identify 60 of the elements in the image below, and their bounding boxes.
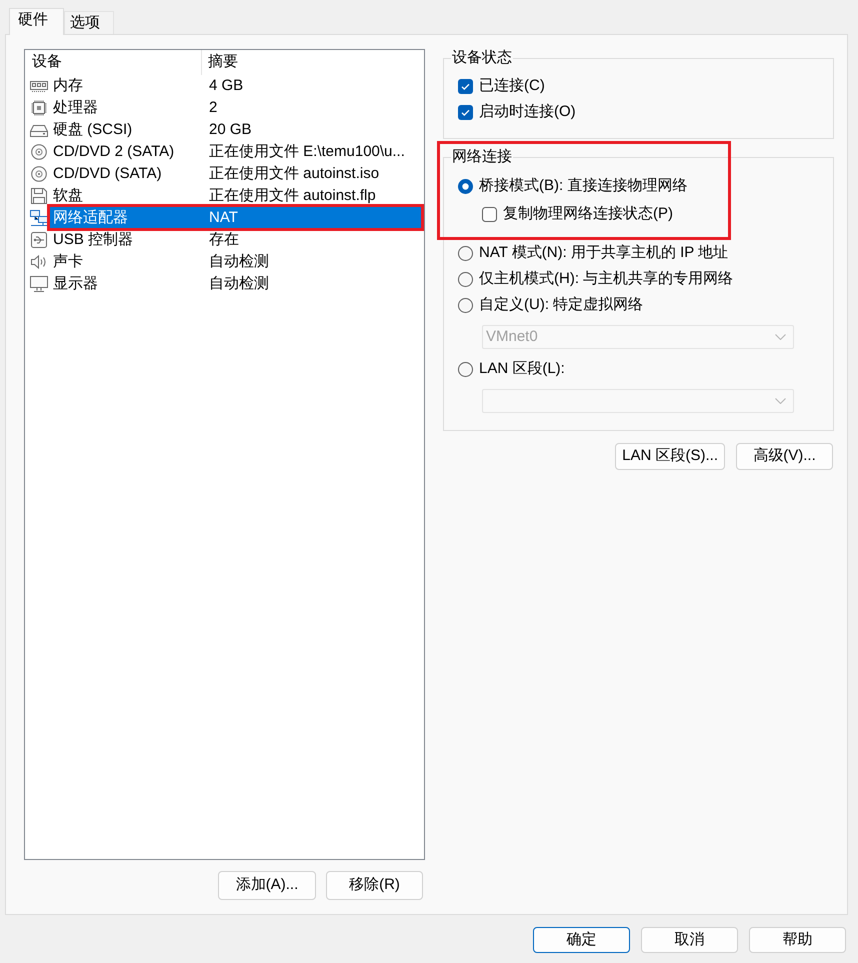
checkbox-label[interactable]: 启动时连接(O) (479, 100, 576, 124)
radio-label[interactable]: 桥接模式(B): 直接连接物理网络 (479, 174, 688, 198)
button[interactable]: 添加(A)... (218, 871, 316, 900)
device-summary[interactable]: 存在 (202, 229, 424, 251)
chevron-down-icon (775, 398, 786, 404)
checkbox[interactable] (482, 206, 497, 222)
button[interactable]: 帮助 (749, 927, 846, 953)
radio-button[interactable] (458, 298, 473, 312)
monitor-icon (30, 276, 48, 292)
group-title: 设备状态 (451, 48, 513, 68)
tab[interactable]: 硬件 (9, 8, 64, 35)
radio-label[interactable]: NAT 模式(N): 用于共享主机的 IP 地址 (479, 242, 728, 264)
button[interactable]: LAN 区段(S)... (615, 443, 725, 470)
radio-button[interactable] (458, 272, 473, 286)
device-summary[interactable]: 正在使用文件 E:\temu100\u... (202, 141, 424, 163)
chip-icon (30, 100, 48, 116)
device-summary[interactable]: 4 GB (202, 75, 424, 97)
device-summary[interactable]: 正在使用文件 autoinst.flp (202, 185, 424, 207)
button[interactable]: 高级(V)... (736, 443, 833, 470)
disc-icon (30, 166, 48, 182)
device-name[interactable]: CD/DVD (SATA) (50, 163, 202, 185)
device-summary[interactable]: 20 GB (202, 119, 424, 141)
device-name[interactable]: 软盘 (50, 185, 202, 207)
speaker-icon (30, 254, 48, 270)
disc-icon (30, 144, 48, 160)
checkbox[interactable] (458, 78, 473, 94)
device-name[interactable]: CD/DVD 2 (SATA) (50, 141, 202, 163)
device-summary[interactable]: 2 (202, 97, 424, 119)
group-title: 网络连接 (451, 147, 513, 167)
device-name[interactable]: USB 控制器 (50, 229, 202, 251)
device-name[interactable]: 显示器 (50, 273, 202, 295)
device-name[interactable]: 内存 (50, 75, 202, 97)
device-summary[interactable]: 自动检测 (202, 251, 424, 273)
checkbox-label[interactable]: 复制物理网络连接状态(P) (503, 202, 673, 226)
column-header[interactable]: 设备 (25, 50, 202, 75)
radio-label[interactable]: 自定义(U): 特定虚拟网络 (479, 294, 644, 316)
radio-button[interactable] (458, 178, 473, 194)
button[interactable]: 确定 (533, 927, 630, 953)
memory-icon (30, 78, 48, 94)
device-summary[interactable]: NAT (202, 207, 424, 229)
chevron-down-icon (775, 334, 786, 340)
device-name[interactable]: 网络适配器 (50, 207, 202, 229)
hard-drive-icon (30, 122, 48, 138)
two-monitors-icon (30, 210, 48, 226)
checkbox[interactable] (458, 104, 473, 120)
device-summary[interactable]: 正在使用文件 autoinst.iso (202, 163, 424, 185)
device-name[interactable]: 处理器 (50, 97, 202, 119)
device-name[interactable]: 声卡 (50, 251, 202, 273)
device-name[interactable]: 硬盘 (SCSI) (50, 119, 202, 141)
column-header[interactable]: 摘要 (202, 50, 424, 75)
radio-button[interactable] (458, 246, 473, 260)
radio-button[interactable] (458, 362, 473, 376)
button[interactable]: 移除(R) (326, 871, 423, 900)
button[interactable]: 取消 (641, 927, 738, 953)
radio-label[interactable]: LAN 区段(L): (479, 358, 565, 380)
checkbox-label[interactable]: 已连接(C) (479, 74, 545, 98)
device-summary[interactable]: 自动检测 (202, 273, 424, 295)
usb-icon (30, 232, 48, 248)
radio-label[interactable]: 仅主机模式(H): 与主机共享的专用网络 (479, 268, 734, 290)
tab[interactable]: 选项 (64, 11, 114, 34)
